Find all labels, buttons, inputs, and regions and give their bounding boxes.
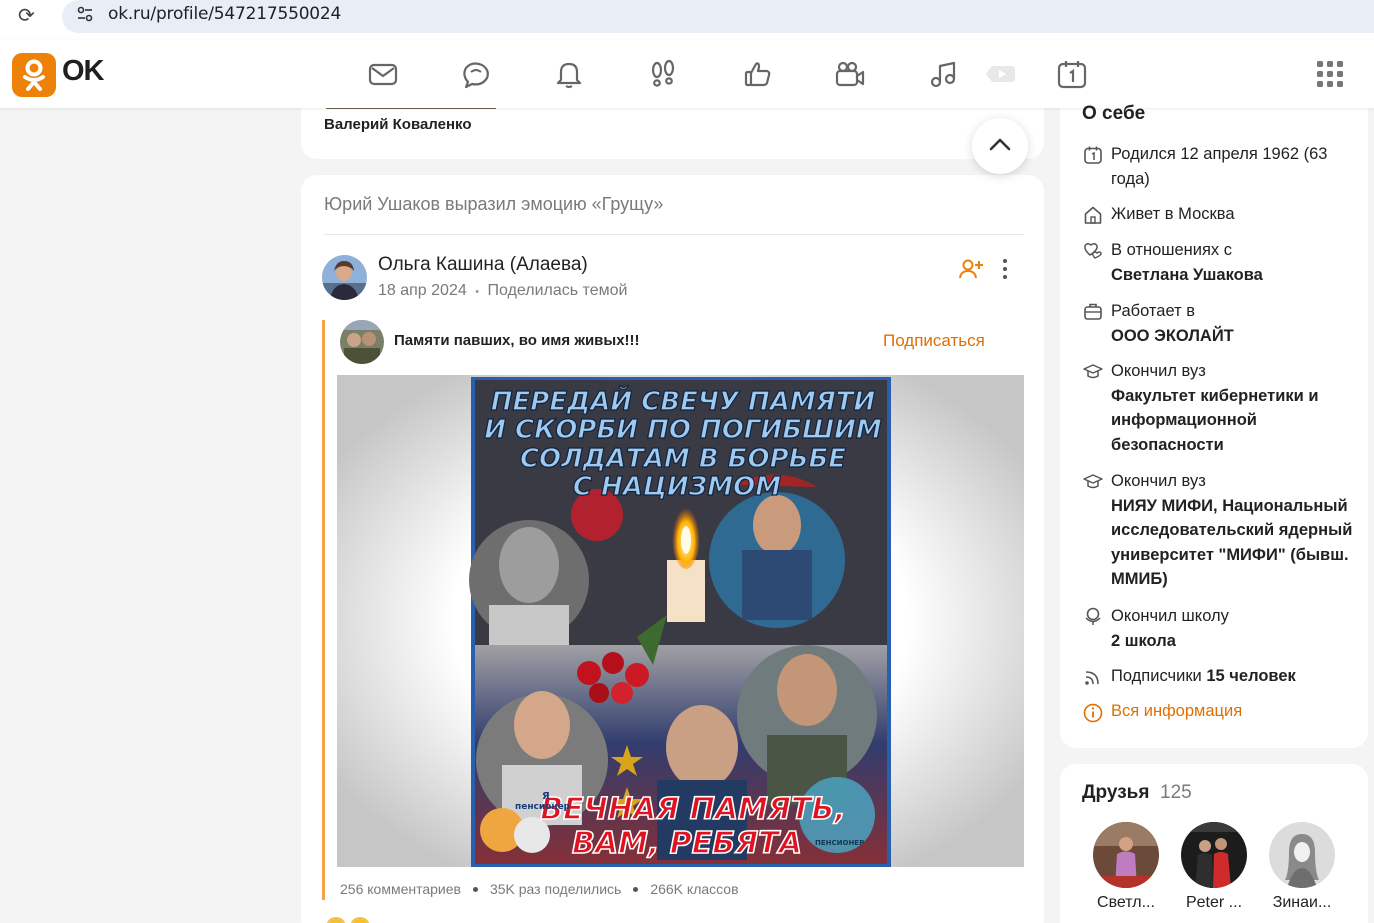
- post-meta: 18 апр 2024 • Поделилась темой: [378, 282, 627, 300]
- university-1-name[interactable]: Факультет кибернетики и информационной б…: [1111, 387, 1318, 454]
- birth-date: Родился 12 апреля 1962 (63 года): [1111, 145, 1328, 188]
- browser-toolbar: ⟳ ok.ru/profile/547217550024: [0, 0, 1374, 40]
- ok-wordmark[interactable]: OK: [62, 55, 104, 88]
- lives-in: Живет в Москва: [1111, 205, 1235, 223]
- relationship-name[interactable]: Светлана Ушакова: [1111, 266, 1263, 284]
- works-at: Работает в ООО ЭКОЛАЙТ: [1111, 302, 1234, 345]
- works-company[interactable]: ООО ЭКОЛАЙТ: [1111, 327, 1234, 345]
- scroll-to-top-button[interactable]: [972, 118, 1028, 174]
- like-icon[interactable]: [742, 58, 774, 90]
- meta-separator: •: [475, 286, 480, 298]
- university-2: Окончил вуз НИЯУ МИФИ, Национальный иссле…: [1111, 472, 1353, 589]
- post-author-name[interactable]: Ольга Кашина (Алаева): [378, 254, 588, 276]
- all-info-link[interactable]: Вся информация: [1111, 702, 1242, 721]
- apps-grid-icon[interactable]: [1316, 60, 1344, 88]
- university-2-name[interactable]: НИЯУ МИФИ, Национальный исследовательски…: [1111, 497, 1352, 589]
- poster-title-line-3: СОЛДАТАМ В БОРЬБЕ: [520, 444, 846, 474]
- more-options-icon[interactable]: [996, 256, 1014, 282]
- url-text[interactable]: ok.ru/profile/547217550024: [108, 4, 341, 24]
- stats-separator: [472, 886, 478, 892]
- poster-bottom-line-2: ВАМ, РЕБЯТА: [572, 826, 802, 861]
- subscribers-count[interactable]: 15 человек: [1206, 667, 1295, 685]
- chevron-up-icon: [989, 138, 1011, 151]
- reaction-emoji-icons: [326, 917, 370, 923]
- friend-name[interactable]: Зинаи...: [1262, 894, 1342, 912]
- chat-icon[interactable]: [460, 58, 492, 90]
- post-image[interactable]: ПЕРЕДАЙ СВЕЧУ ПАМЯТИ И СКОРБИ ПО ПОГИБШИ…: [337, 375, 1024, 867]
- reload-icon[interactable]: ⟳: [18, 3, 35, 27]
- post-action-text: Поделилась темой: [487, 282, 628, 299]
- home-icon: [1084, 206, 1102, 224]
- video-camera-icon[interactable]: [834, 58, 866, 90]
- graduation-cap-icon: [1083, 364, 1103, 379]
- ok-logo-icon[interactable]: [12, 53, 56, 97]
- classes-count[interactable]: 266K классов: [650, 881, 738, 897]
- site-info-icon[interactable]: [76, 5, 94, 23]
- post-divider: [324, 234, 1024, 235]
- lives-city[interactable]: Москва: [1178, 205, 1234, 223]
- group-avatar[interactable]: [340, 320, 384, 364]
- friend-name[interactable]: Светл...: [1086, 894, 1166, 912]
- comments-count[interactable]: 256 комментариев: [340, 881, 461, 897]
- hearts-icon: [1084, 242, 1102, 259]
- poster-title-line-1: ПЕРЕДАЙ СВЕЧУ ПАМЯТИ: [491, 385, 876, 417]
- briefcase-icon: [1084, 303, 1102, 320]
- previous-post-author[interactable]: Валерий Коваленко: [324, 116, 472, 133]
- mail-icon[interactable]: [367, 58, 399, 90]
- rss-icon: [1085, 671, 1099, 685]
- subscribe-button[interactable]: Подписаться: [883, 331, 985, 351]
- calendar-icon[interactable]: [1056, 58, 1088, 90]
- stats-separator: [633, 886, 639, 892]
- friend-avatar[interactable]: [1181, 822, 1247, 888]
- post-stats: 256 комментариев 35K раз поделились 266K к…: [340, 881, 739, 897]
- site-header: OK: [0, 40, 1374, 108]
- poster-title-line-4: С НАЦИЗМОМ: [573, 472, 781, 502]
- author-avatar[interactable]: [322, 255, 367, 300]
- friend-name[interactable]: Peter ...: [1174, 894, 1254, 912]
- school-name[interactable]: 2 школа: [1111, 632, 1176, 650]
- school: Окончил школу 2 школа: [1111, 607, 1229, 650]
- shares-count[interactable]: 35K раз поделились: [490, 881, 621, 897]
- university-1: Окончил вуз Факультет кибернетики и инфор…: [1111, 362, 1319, 454]
- bell-icon[interactable]: [553, 58, 585, 90]
- poster-title-line-2: И СКОРБИ ПО ПОГИБШИМ: [484, 415, 882, 445]
- about-title: О себе: [1082, 103, 1146, 124]
- badge-left-text: пенсионер: [515, 802, 571, 812]
- badge-small-text: Я: [542, 791, 550, 802]
- friend-avatar[interactable]: [1269, 822, 1335, 888]
- friend-avatar[interactable]: [1093, 822, 1159, 888]
- footprints-icon[interactable]: [647, 58, 679, 90]
- music-icon[interactable]: [927, 58, 959, 90]
- shared-group-name[interactable]: Памяти павших, во имя живых!!!: [394, 332, 640, 349]
- post-activity-text: Юрий Ушаков выразил эмоцию «Грущу»: [324, 194, 664, 214]
- relationship: В отношениях с Светлана Ушакова: [1111, 241, 1263, 284]
- badge-right-text: ПЕНСИОНЕР: [815, 839, 864, 847]
- info-circle-icon[interactable]: [1083, 703, 1103, 723]
- friends-title[interactable]: Друзья: [1082, 782, 1149, 804]
- shared-quote-bar: [322, 320, 325, 900]
- poster-bottom-line-1: ВЕЧНАЯ ПАМЯТЬ,: [540, 792, 845, 827]
- post-date[interactable]: 18 апр 2024: [378, 282, 467, 299]
- subscribers[interactable]: Подписчики 15 человек: [1111, 664, 1356, 689]
- globe-icon: [1085, 607, 1101, 625]
- play-icon[interactable]: [984, 58, 1016, 90]
- friends-count[interactable]: 125: [1160, 782, 1192, 804]
- graduation-cap-icon: [1083, 474, 1103, 489]
- calendar-icon: [1084, 146, 1102, 164]
- add-friend-icon[interactable]: [958, 256, 984, 282]
